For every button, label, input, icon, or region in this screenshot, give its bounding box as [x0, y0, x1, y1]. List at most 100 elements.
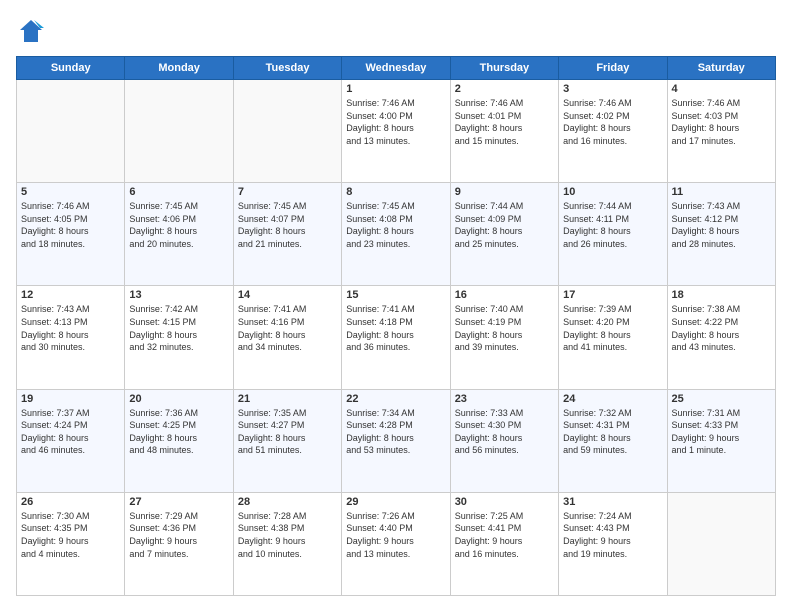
week-row-2: 5 Sunrise: 7:46 AM Sunset: 4:05 PM Daylig… [17, 183, 776, 286]
calendar-cell: 11Sunrise: 7:43 AM Sunset: 4:12 PM Dayli… [667, 183, 775, 286]
calendar-cell: 14Sunrise: 7:41 AM Sunset: 4:16 PM Dayli… [233, 286, 341, 389]
day-number: 30 [455, 496, 554, 508]
calendar-cell: 20 Sunrise: 7:36 AM Sunset: 4:25 PM Dayli… [125, 389, 233, 492]
calendar-cell: 13 Sunrise: 7:42 AM Sunset: 4:15 PM Dayli… [125, 286, 233, 389]
cell-content: Sunrise: 7:46 AM Sunset: 4:02 PM Dayligh… [563, 97, 662, 147]
calendar-cell: 29 Sunrise: 7:26 AM Sunset: 4:40 PM Dayli… [342, 492, 450, 595]
calendar-cell: 23 Sunrise: 7:33 AM Sunset: 4:30 PM Dayli… [450, 389, 558, 492]
weekday-header-thursday: Thursday [450, 57, 558, 80]
weekday-header-monday: Monday [125, 57, 233, 80]
logo-icon [16, 16, 46, 46]
day-number: 29 [346, 496, 445, 508]
day-number: 9 [455, 186, 554, 198]
cell-content: Sunrise: 7:45 AM Sunset: 4:07 PM Dayligh… [238, 200, 337, 250]
cell-content: Sunrise: 7:45 AM Sunset: 4:06 PM Dayligh… [129, 200, 228, 250]
calendar-cell: 2 Sunrise: 7:46 AM Sunset: 4:01 PM Daylig… [450, 80, 558, 183]
cell-content: Sunrise: 7:43 AM Sunset: 4:12 PM Dayligh… [672, 200, 771, 250]
cell-content: Sunrise: 7:38 AM Sunset: 4:22 PM Dayligh… [672, 303, 771, 353]
day-number: 8 [346, 186, 445, 198]
calendar-cell [125, 80, 233, 183]
week-row-5: 26 Sunrise: 7:30 AM Sunset: 4:35 PM Dayli… [17, 492, 776, 595]
day-number: 24 [563, 393, 662, 405]
calendar-cell: 4 Sunrise: 7:46 AM Sunset: 4:03 PM Daylig… [667, 80, 775, 183]
day-number: 20 [129, 393, 228, 405]
weekday-header-wednesday: Wednesday [342, 57, 450, 80]
week-row-1: 1Sunrise: 7:46 AM Sunset: 4:00 PM Daylig… [17, 80, 776, 183]
cell-content: Sunrise: 7:26 AM Sunset: 4:40 PM Dayligh… [346, 510, 445, 560]
day-number: 3 [563, 83, 662, 95]
cell-content: Sunrise: 7:24 AM Sunset: 4:43 PM Dayligh… [563, 510, 662, 560]
calendar-cell: 21 Sunrise: 7:35 AM Sunset: 4:27 PM Dayli… [233, 389, 341, 492]
cell-content: Sunrise: 7:25 AM Sunset: 4:41 PM Dayligh… [455, 510, 554, 560]
cell-content: Sunrise: 7:44 AM Sunset: 4:09 PM Dayligh… [455, 200, 554, 250]
calendar-cell: 22 Sunrise: 7:34 AM Sunset: 4:28 PM Dayli… [342, 389, 450, 492]
cell-content: Sunrise: 7:37 AM Sunset: 4:24 PM Dayligh… [21, 407, 120, 457]
day-number: 7 [238, 186, 337, 198]
calendar-cell: 15 Sunrise: 7:41 AM Sunset: 4:18 PM Dayli… [342, 286, 450, 389]
cell-content: Sunrise: 7:34 AM Sunset: 4:28 PM Dayligh… [346, 407, 445, 457]
day-number: 23 [455, 393, 554, 405]
day-number: 22 [346, 393, 445, 405]
calendar-cell [667, 492, 775, 595]
calendar-cell: 19 Sunrise: 7:37 AM Sunset: 4:24 PM Dayli… [17, 389, 125, 492]
cell-content: Sunrise: 7:46 AM Sunset: 4:05 PM Dayligh… [21, 200, 120, 250]
day-number: 28 [238, 496, 337, 508]
calendar-cell: 9 Sunrise: 7:44 AM Sunset: 4:09 PM Daylig… [450, 183, 558, 286]
calendar-cell: 24Sunrise: 7:32 AM Sunset: 4:31 PM Dayli… [559, 389, 667, 492]
cell-content: Sunrise: 7:44 AM Sunset: 4:11 PM Dayligh… [563, 200, 662, 250]
calendar-cell [233, 80, 341, 183]
calendar-cell: 8Sunrise: 7:45 AM Sunset: 4:08 PM Daylig… [342, 183, 450, 286]
cell-content: Sunrise: 7:31 AM Sunset: 4:33 PM Dayligh… [672, 407, 771, 457]
week-row-3: 12Sunrise: 7:43 AM Sunset: 4:13 PM Dayli… [17, 286, 776, 389]
day-number: 19 [21, 393, 120, 405]
cell-content: Sunrise: 7:42 AM Sunset: 4:15 PM Dayligh… [129, 303, 228, 353]
day-number: 31 [563, 496, 662, 508]
calendar-cell: 17Sunrise: 7:39 AM Sunset: 4:20 PM Dayli… [559, 286, 667, 389]
day-number: 27 [129, 496, 228, 508]
day-number: 21 [238, 393, 337, 405]
day-number: 13 [129, 289, 228, 301]
day-number: 10 [563, 186, 662, 198]
day-number: 15 [346, 289, 445, 301]
cell-content: Sunrise: 7:36 AM Sunset: 4:25 PM Dayligh… [129, 407, 228, 457]
weekday-header-tuesday: Tuesday [233, 57, 341, 80]
day-number: 2 [455, 83, 554, 95]
calendar-cell: 1Sunrise: 7:46 AM Sunset: 4:00 PM Daylig… [342, 80, 450, 183]
page: SundayMondayTuesdayWednesdayThursdayFrid… [0, 0, 792, 612]
calendar-cell: 3 Sunrise: 7:46 AM Sunset: 4:02 PM Daylig… [559, 80, 667, 183]
cell-content: Sunrise: 7:33 AM Sunset: 4:30 PM Dayligh… [455, 407, 554, 457]
calendar-table: SundayMondayTuesdayWednesdayThursdayFrid… [16, 56, 776, 596]
cell-content: Sunrise: 7:30 AM Sunset: 4:35 PM Dayligh… [21, 510, 120, 560]
cell-content: Sunrise: 7:46 AM Sunset: 4:03 PM Dayligh… [672, 97, 771, 147]
calendar-cell: 18 Sunrise: 7:38 AM Sunset: 4:22 PM Dayli… [667, 286, 775, 389]
cell-content: Sunrise: 7:41 AM Sunset: 4:18 PM Dayligh… [346, 303, 445, 353]
calendar-cell: 31 Sunrise: 7:24 AM Sunset: 4:43 PM Dayli… [559, 492, 667, 595]
weekday-header-saturday: Saturday [667, 57, 775, 80]
day-number: 26 [21, 496, 120, 508]
calendar-cell: 30 Sunrise: 7:25 AM Sunset: 4:41 PM Dayli… [450, 492, 558, 595]
logo [16, 16, 50, 46]
week-row-4: 19 Sunrise: 7:37 AM Sunset: 4:24 PM Dayli… [17, 389, 776, 492]
cell-content: Sunrise: 7:41 AM Sunset: 4:16 PM Dayligh… [238, 303, 337, 353]
day-number: 1 [346, 83, 445, 95]
cell-content: Sunrise: 7:28 AM Sunset: 4:38 PM Dayligh… [238, 510, 337, 560]
cell-content: Sunrise: 7:40 AM Sunset: 4:19 PM Dayligh… [455, 303, 554, 353]
cell-content: Sunrise: 7:46 AM Sunset: 4:01 PM Dayligh… [455, 97, 554, 147]
day-number: 18 [672, 289, 771, 301]
day-number: 6 [129, 186, 228, 198]
calendar-cell: 5 Sunrise: 7:46 AM Sunset: 4:05 PM Daylig… [17, 183, 125, 286]
calendar-cell: 7 Sunrise: 7:45 AM Sunset: 4:07 PM Daylig… [233, 183, 341, 286]
day-number: 17 [563, 289, 662, 301]
day-number: 4 [672, 83, 771, 95]
day-number: 5 [21, 186, 120, 198]
calendar-cell [17, 80, 125, 183]
day-number: 12 [21, 289, 120, 301]
weekday-header-row: SundayMondayTuesdayWednesdayThursdayFrid… [17, 57, 776, 80]
day-number: 16 [455, 289, 554, 301]
cell-content: Sunrise: 7:35 AM Sunset: 4:27 PM Dayligh… [238, 407, 337, 457]
weekday-header-friday: Friday [559, 57, 667, 80]
calendar-cell: 28 Sunrise: 7:28 AM Sunset: 4:38 PM Dayli… [233, 492, 341, 595]
calendar-cell: 25Sunrise: 7:31 AM Sunset: 4:33 PM Dayli… [667, 389, 775, 492]
calendar-cell: 10 Sunrise: 7:44 AM Sunset: 4:11 PM Dayli… [559, 183, 667, 286]
calendar-cell: 16 Sunrise: 7:40 AM Sunset: 4:19 PM Dayli… [450, 286, 558, 389]
